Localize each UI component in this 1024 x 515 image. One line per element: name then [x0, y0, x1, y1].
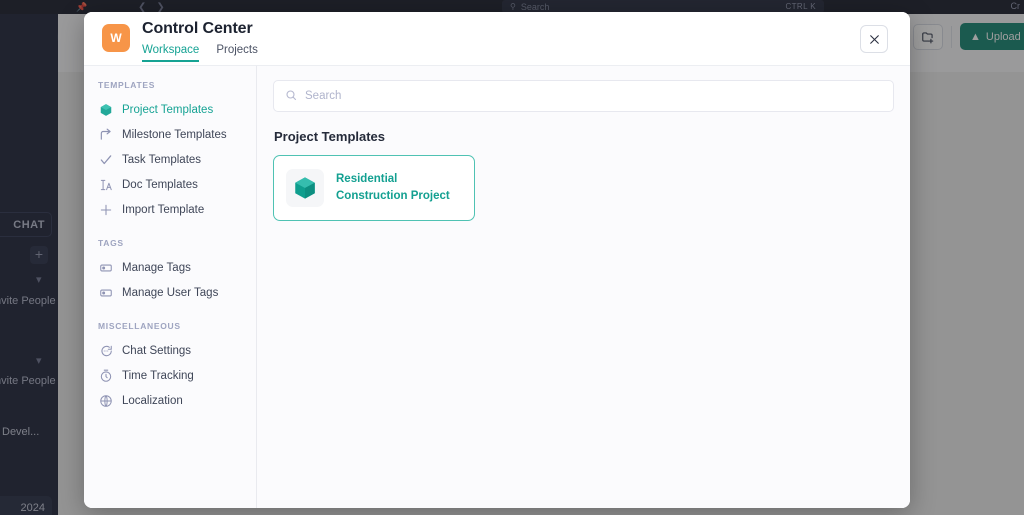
template-card-residential-construction-project[interactable]: Residential Construction Project	[273, 155, 475, 221]
sidebar-item-label: Manage User Tags	[122, 286, 219, 299]
sidebar-item-milestone-templates[interactable]: Milestone Templates	[84, 122, 256, 147]
sidebar-item-manage-tags[interactable]: Manage Tags	[84, 255, 256, 280]
sidebar-item-localization[interactable]: Localization	[84, 388, 256, 413]
sidebar-item-project-templates[interactable]: Project Templates	[84, 97, 256, 122]
check-icon	[98, 152, 113, 167]
search-input[interactable]	[305, 90, 882, 102]
sidebar-item-doc-templates[interactable]: Doc Templates	[84, 172, 256, 197]
tag-icon	[98, 285, 113, 300]
dialog-body: TEMPLATES Project Templates Milestone Te…	[84, 65, 910, 508]
sidebar-item-label: Chat Settings	[122, 344, 192, 357]
dialog-header: W Control Center Workspace Projects	[84, 12, 910, 65]
template-card-label-line1: Residential	[336, 173, 398, 186]
sidebar-group-templates-title: TEMPLATES	[98, 80, 156, 90]
section-title: Project Templates	[274, 129, 386, 144]
dialog-sidebar: TEMPLATES Project Templates Milestone Te…	[84, 65, 257, 508]
sidebar-item-label: Time Tracking	[122, 369, 194, 382]
sidebar-item-task-templates[interactable]: Task Templates	[84, 147, 256, 172]
sidebar-item-label: Localization	[122, 394, 183, 407]
close-button[interactable]	[860, 25, 888, 53]
text-format-icon	[98, 177, 113, 192]
template-card-label-line2: Construction Project	[336, 190, 450, 202]
sidebar-item-label: Doc Templates	[122, 178, 198, 191]
search-icon	[285, 89, 297, 104]
page-title: Control Center	[142, 20, 253, 37]
sidebar-item-label: Import Template	[122, 203, 205, 216]
globe-icon	[98, 393, 113, 408]
tag-icon	[98, 260, 113, 275]
cube-icon	[98, 102, 113, 117]
arrow-turn-right-icon	[98, 127, 113, 142]
sidebar-item-import-template[interactable]: Import Template	[84, 197, 256, 222]
tab-projects[interactable]: Projects	[216, 44, 258, 62]
dialog-content: Project Templates Residential C	[257, 65, 910, 508]
dialog-tabs: Workspace Projects	[142, 44, 258, 62]
sidebar-item-manage-user-tags[interactable]: Manage User Tags	[84, 280, 256, 305]
sidebar-group-tags-title: TAGS	[98, 238, 124, 248]
cube-icon	[286, 169, 324, 207]
timer-icon	[98, 368, 113, 383]
tab-workspace[interactable]: Workspace	[142, 44, 200, 62]
sidebar-item-label: Manage Tags	[122, 261, 191, 274]
avatar: W	[102, 24, 130, 52]
screen: 📌 ❮ ❯ ⚲ Search CTRL K Cr CHAT + ▾ ▾ Invi…	[0, 0, 1024, 515]
close-icon	[869, 34, 879, 44]
templates-list: Residential Construction Project	[273, 155, 894, 221]
sidebar-item-label: Task Templates	[122, 153, 202, 166]
search-field[interactable]	[273, 80, 894, 112]
chat-bubble-icon	[98, 343, 113, 358]
sidebar-item-label: Project Templates	[122, 103, 214, 116]
plus-icon	[98, 202, 113, 217]
sidebar-item-time-tracking[interactable]: Time Tracking	[84, 363, 256, 388]
sidebar-item-label: Milestone Templates	[122, 128, 227, 141]
sidebar-group-miscellaneous-title: MISCELLANEOUS	[98, 321, 181, 331]
template-card-label: Residential Construction Project	[336, 171, 450, 204]
sidebar-item-chat-settings[interactable]: Chat Settings	[84, 338, 256, 363]
control-center-dialog: W Control Center Workspace Projects TEMP…	[84, 12, 910, 508]
